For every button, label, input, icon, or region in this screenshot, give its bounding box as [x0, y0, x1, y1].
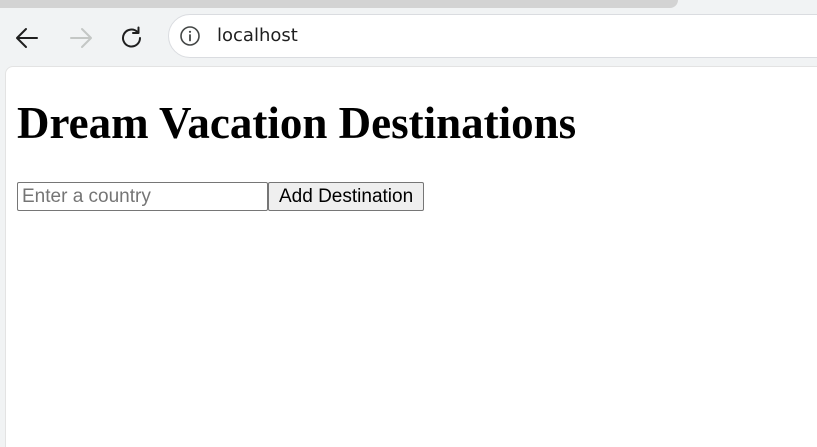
- url-text[interactable]: localhost: [217, 25, 298, 47]
- reload-button[interactable]: [115, 21, 149, 55]
- back-arrow-icon: [16, 28, 38, 48]
- forward-arrow-icon: [70, 28, 92, 48]
- active-tab-edge[interactable]: [0, 0, 678, 8]
- forward-button[interactable]: [64, 21, 98, 55]
- address-bar[interactable]: localhost: [168, 14, 817, 58]
- add-destination-form: Add Destination: [17, 182, 425, 211]
- site-info-button[interactable]: [179, 25, 201, 47]
- country-input[interactable]: [17, 182, 268, 211]
- info-icon: [180, 26, 200, 46]
- reload-icon: [122, 26, 141, 48]
- back-button[interactable]: [10, 21, 44, 55]
- browser-toolbar: localhost: [0, 10, 817, 66]
- tab-strip: [0, 0, 817, 10]
- add-destination-button[interactable]: Add Destination: [268, 182, 425, 211]
- page-viewport: Dream Vacation Destinations Add Destinat…: [5, 66, 817, 447]
- page-title: Dream Vacation Destinations: [17, 98, 577, 148]
